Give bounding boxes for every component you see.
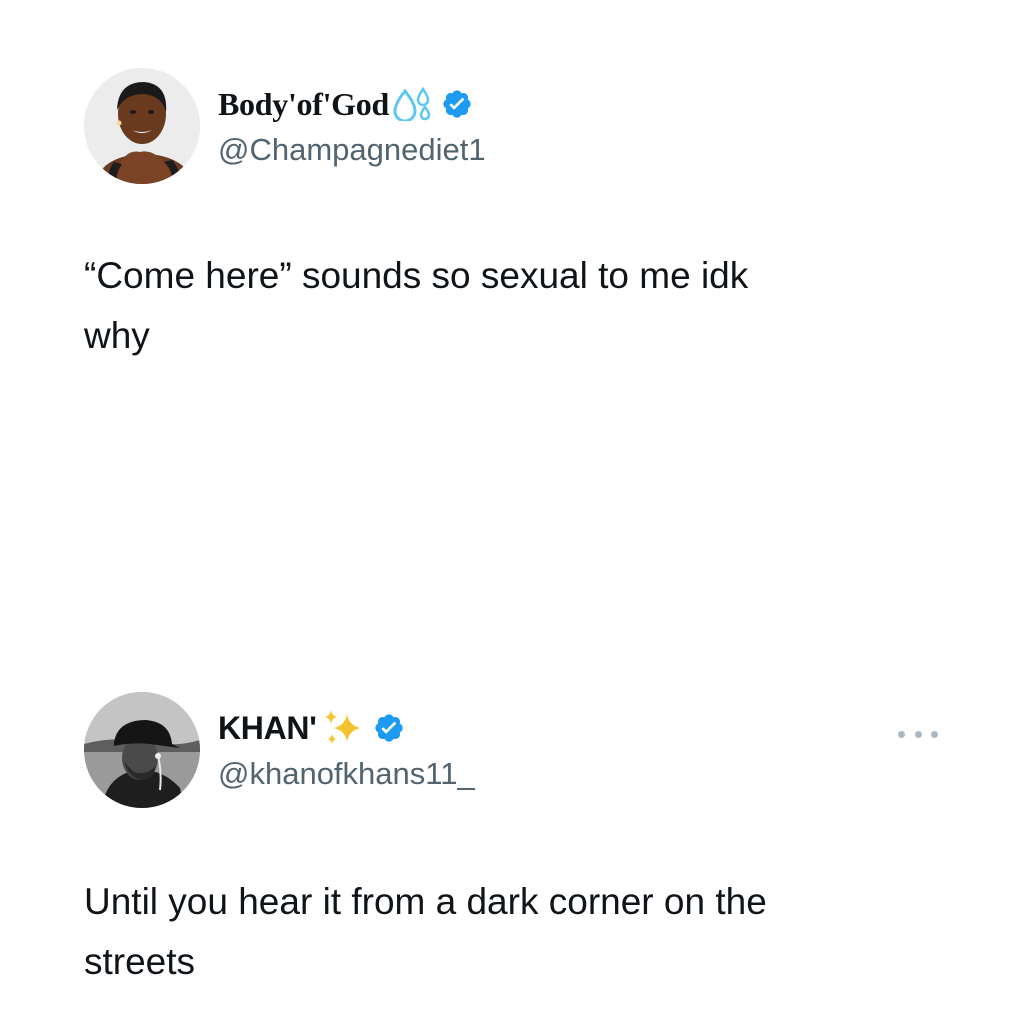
- avatar-photo: [84, 68, 200, 184]
- display-name[interactable]: KHAN': [218, 710, 317, 747]
- sparkles-icon: [321, 708, 365, 748]
- user-handle[interactable]: @khanofkhans11_: [218, 756, 475, 792]
- tweet-text: “Come here” sounds so sexual to me idk w…: [84, 255, 749, 356]
- more-options-icon[interactable]: [898, 724, 938, 744]
- sweat-droplets-icon: [393, 86, 433, 123]
- tweet-author: Body'of'God @Champagnediet1: [218, 82, 486, 168]
- name-row: Body'of'God: [218, 82, 486, 126]
- user-handle[interactable]: @Champagnediet1: [218, 132, 486, 168]
- avatar[interactable]: [84, 692, 200, 808]
- avatar-photo: [84, 692, 200, 808]
- display-name[interactable]: Body'of'God: [218, 86, 389, 123]
- verified-badge-icon: [441, 88, 473, 120]
- more-dot: [898, 730, 905, 738]
- tweet-text: Until you hear it from a dark corner on …: [84, 881, 767, 982]
- avatar[interactable]: [84, 68, 200, 184]
- verified-badge-icon: [373, 712, 405, 744]
- more-dot: [931, 730, 938, 738]
- name-row: KHAN': [218, 706, 475, 750]
- tweet-author: KHAN' @khanofkhans11_: [218, 706, 475, 792]
- more-dot: [914, 730, 922, 738]
